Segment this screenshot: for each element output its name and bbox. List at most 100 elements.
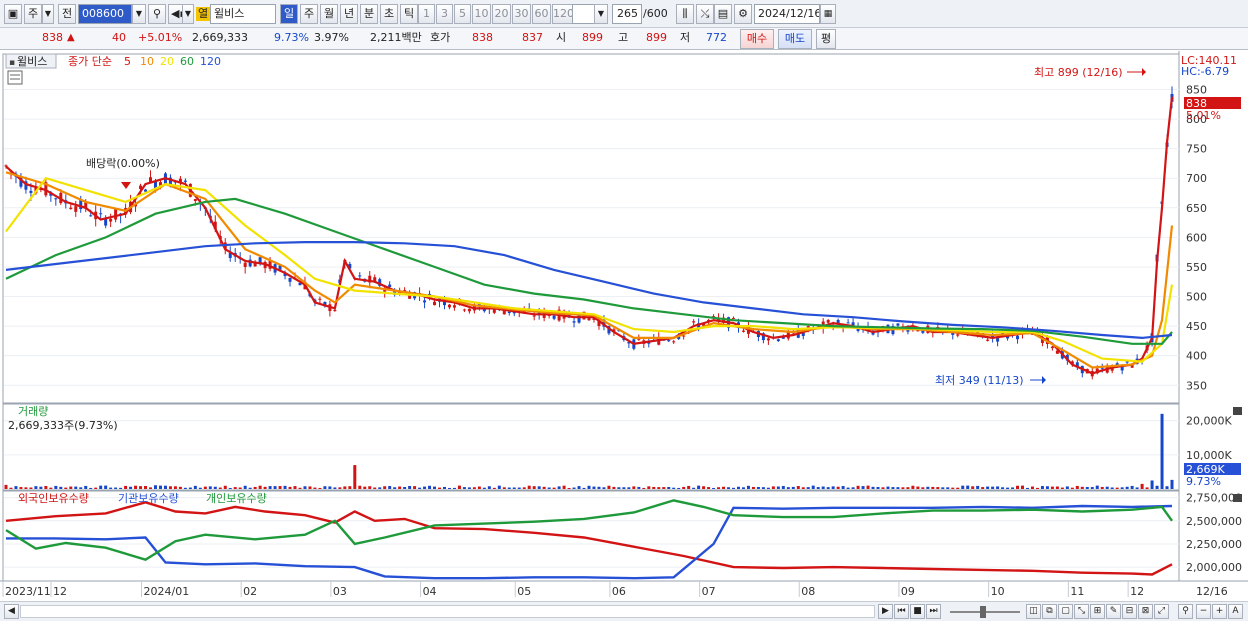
stock-chart[interactable]: 35040045050055060065070075080085020,000K… xyxy=(0,51,1248,601)
stock-name-field[interactable]: 윌비스 xyxy=(210,4,276,24)
chart-scrollbar[interactable]: ◀ ▶ ⏮ ■ ⏭ ◫ ⧉ ▢ ⤡ ⊞ ✎ ⊟ ⊠ ⤢ ⚲ − + A xyxy=(0,601,1248,621)
volume-bar xyxy=(811,485,815,489)
scroll-left-icon[interactable]: ◀ xyxy=(4,604,19,619)
volume-bar xyxy=(393,487,397,489)
volume-bar xyxy=(672,487,676,489)
scroll-first-icon[interactable]: ⏮ xyxy=(894,604,909,619)
candle-body xyxy=(826,320,830,323)
sell-button[interactable]: 매도 xyxy=(778,29,812,49)
volume-bar xyxy=(592,486,596,489)
period-tab-0[interactable]: 일 xyxy=(280,4,298,24)
volume-bar xyxy=(438,487,442,489)
volume-bar xyxy=(477,486,481,489)
window-layout-button[interactable]: ▣ xyxy=(4,4,22,24)
period-tab-2[interactable]: 월 xyxy=(320,4,338,24)
draw-line-icon[interactable]: ⤯ xyxy=(696,4,714,24)
search-icon[interactable]: ⚲ xyxy=(148,4,166,24)
tool-icon-8[interactable]: ⊠ xyxy=(1138,604,1153,619)
candle-body xyxy=(89,215,93,217)
period-tab-4[interactable]: 분 xyxy=(360,4,378,24)
count-field[interactable]: 265 xyxy=(612,4,642,24)
volume-bar xyxy=(168,486,172,489)
high-annotation: 최고 899 (12/16) xyxy=(1034,66,1123,79)
font-size-icon[interactable]: A xyxy=(1228,604,1243,619)
calendar-icon[interactable]: ▦ xyxy=(820,4,836,24)
gear-icon[interactable]: ⚙ xyxy=(734,4,752,24)
pct-tag-label: 5.01% xyxy=(1186,109,1221,122)
tool-icon-5[interactable]: ⊞ xyxy=(1090,604,1105,619)
ma-legend-20: 20 xyxy=(160,55,174,68)
zoom-slider-thumb[interactable] xyxy=(980,606,986,618)
scroll-right-icon[interactable]: ▶ xyxy=(878,604,893,619)
volume-bar xyxy=(94,487,98,489)
volume-panel-close-icon[interactable] xyxy=(1233,407,1242,415)
volume-bar xyxy=(1155,485,1159,489)
type-select[interactable]: 주 xyxy=(24,4,42,24)
avg-button[interactable]: 평 xyxy=(816,29,836,49)
date-field[interactable]: 2024/12/16 xyxy=(754,4,820,24)
tool-icon-7[interactable]: ⊟ xyxy=(1122,604,1137,619)
tool-icon-4[interactable]: ⤡ xyxy=(1074,604,1089,619)
buy-button[interactable]: 매수 xyxy=(740,29,774,49)
tool-icon-6[interactable]: ✎ xyxy=(1106,604,1121,619)
volume-bar xyxy=(557,486,561,489)
volume-bar xyxy=(1100,486,1104,489)
stock-dropdown[interactable]: ▼ xyxy=(182,4,194,24)
interval-dropdown[interactable]: ▼ xyxy=(594,4,608,24)
candle-body xyxy=(1120,366,1124,371)
period-tab-3[interactable]: 년 xyxy=(340,4,358,24)
volume-bar xyxy=(816,487,820,489)
volume-bar xyxy=(54,485,58,489)
interval-tab-5[interactable]: 30 xyxy=(512,4,531,24)
volume-bar xyxy=(946,487,950,489)
interval-tab-3[interactable]: 10 xyxy=(472,4,491,24)
x-axis-label: 12 xyxy=(1130,585,1144,598)
tool-icon-9[interactable]: ⤢ xyxy=(1154,604,1169,619)
interval-tab-6[interactable]: 60 xyxy=(532,4,551,24)
interval-tab-7[interactable]: 120 xyxy=(552,4,574,24)
period-tab-6[interactable]: 틱 xyxy=(400,4,418,24)
type-dropdown[interactable]: ▼ xyxy=(42,4,54,24)
volume-panel-title: 거래량 xyxy=(18,405,48,418)
interval-tab-1[interactable]: 3 xyxy=(436,4,453,24)
volume-bar xyxy=(652,486,656,489)
volume-bar xyxy=(761,487,765,489)
stock-code-field[interactable]: 008600 xyxy=(78,4,132,24)
volume-bar xyxy=(1011,487,1015,489)
volume-bar xyxy=(268,486,272,489)
volume-bar xyxy=(398,486,402,489)
volume-bar xyxy=(457,485,461,489)
scroll-last-icon[interactable]: ⏭ xyxy=(926,604,941,619)
volume-bar xyxy=(388,486,392,489)
prev-button[interactable]: 전 xyxy=(58,4,76,24)
volume-bar xyxy=(547,487,551,489)
tool-icon-2[interactable]: ⧉ xyxy=(1042,604,1057,619)
zoom-out-icon[interactable]: − xyxy=(1196,604,1211,619)
interval-tab-4[interactable]: 20 xyxy=(492,4,511,24)
period-tab-5[interactable]: 초 xyxy=(380,4,398,24)
calculator-icon[interactable] xyxy=(7,70,23,85)
name-prefix-badge: 열 xyxy=(196,7,210,21)
volume-bar xyxy=(846,487,850,489)
tool-icon-3[interactable]: ▢ xyxy=(1058,604,1073,619)
tool-icon-1[interactable]: ◫ xyxy=(1026,604,1041,619)
holding-panel-close-icon[interactable] xyxy=(1233,494,1242,502)
code-dropdown[interactable]: ▼ xyxy=(132,4,146,24)
volume-bar xyxy=(303,486,307,489)
zoom-reset-icon[interactable]: + xyxy=(1212,604,1227,619)
save-icon[interactable]: ▤ xyxy=(714,4,732,24)
candle-body xyxy=(318,298,322,300)
interval-tab-2[interactable]: 5 xyxy=(454,4,471,24)
scroll-track[interactable] xyxy=(20,605,875,618)
volume-bar xyxy=(582,487,586,489)
volume-bar xyxy=(467,487,471,489)
period-tab-1[interactable]: 주 xyxy=(300,4,318,24)
interval-tab-0[interactable]: 1 xyxy=(418,4,435,24)
stop-icon[interactable]: ■ xyxy=(910,604,925,619)
candle-body xyxy=(986,339,990,341)
volume-bar xyxy=(79,487,83,489)
candle-type-icon[interactable]: ⫼ xyxy=(676,4,694,24)
zoom-in-icon[interactable]: ⚲ xyxy=(1178,604,1193,619)
volume-bar xyxy=(891,487,895,489)
volume-bar xyxy=(502,487,506,489)
